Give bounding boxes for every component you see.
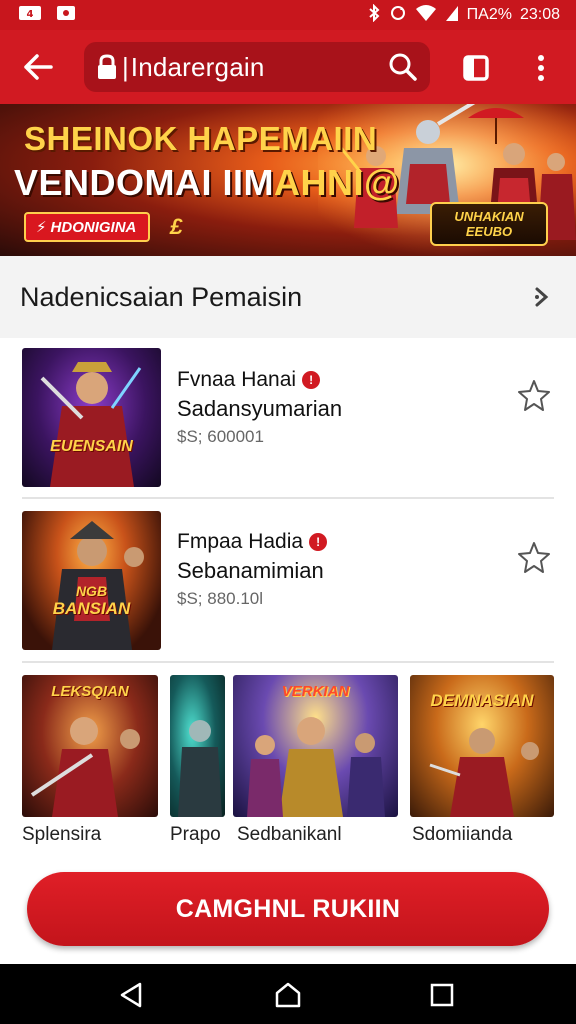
banner-title-line2-b: AHNI@	[274, 162, 400, 203]
status-left-icons: 4	[18, 5, 76, 25]
thumbnail-logo: BANSIAN	[52, 599, 131, 618]
game-grid-card[interactable]	[170, 675, 225, 817]
notification-icon: 4	[18, 5, 42, 25]
list-divider	[22, 497, 554, 499]
promo-banner[interactable]: SHEINOK HAPEMAIIN VENDOMAI IIMAHNI@ ⚡ HD…	[0, 104, 576, 256]
nav-back-icon	[120, 982, 142, 1008]
grid-card-logo: DEMNASIAN	[430, 691, 534, 710]
url-text: Indarergain	[130, 51, 265, 82]
back-arrow-icon	[24, 54, 53, 80]
item-subtitle: Sebanamimian	[177, 558, 324, 583]
tabs-button[interactable]	[458, 50, 494, 86]
banner-game-logo: UNHAKIAN EEUBO	[430, 202, 548, 246]
item-title-row: Fvnaa Hanai !	[177, 368, 321, 392]
banner-logo-line1: UNHAKIAN	[454, 209, 524, 224]
thumbnail-hero-art	[40, 362, 142, 487]
battery-text: ΠΑ2%	[466, 6, 512, 23]
banner-tag-label: HDONIGINA	[50, 218, 137, 236]
tag-bolt-icon: ⚡	[36, 219, 47, 236]
signal-icon	[445, 4, 459, 27]
grid-card-art	[178, 720, 222, 817]
grid-card-label: Sedbanikanl	[237, 824, 342, 845]
item-title-row: Fmpaa Hadia !	[177, 530, 328, 554]
sync-icon	[389, 4, 407, 27]
banner-tag-extra: £	[170, 214, 183, 239]
banner-title-line1: SHEINOK HAPEMAIIN	[24, 120, 378, 157]
game-list-item[interactable]: EUENSAIN Fvnaa Hanai ! Sadansyumarian $S…	[0, 338, 576, 488]
banner-logo-line2: EEUBO	[465, 224, 513, 239]
game-list-item[interactable]: NGB BANSIAN Fmpaa Hadia ! Sebanamimian $…	[0, 500, 576, 650]
url-bar[interactable]: | Indarergain	[84, 42, 430, 92]
item-price: $S; 880.10l	[177, 589, 264, 608]
section-title: Nadenicsaian Pemaisin	[20, 281, 303, 312]
nav-home-button[interactable]	[271, 978, 305, 1012]
nav-recents-button[interactable]	[425, 978, 459, 1012]
status-right-icons: ΠΑ2% 23:08	[367, 3, 560, 27]
game-thumbnail[interactable]: EUENSAIN	[22, 348, 161, 487]
thumbnail-hero-art	[52, 521, 144, 650]
alert-badge: !	[309, 533, 328, 551]
chevron-right-icon[interactable]	[534, 286, 550, 308]
nav-home-icon	[275, 982, 301, 1008]
grid-card-label: Splensira	[22, 824, 102, 845]
cursor-mark: |	[122, 51, 129, 82]
nav-recents-icon	[430, 983, 454, 1007]
tabs-icon	[463, 55, 489, 81]
banner-tag[interactable]: ⚡ HDONIGINA	[24, 212, 151, 242]
item-price: $S; 600001	[177, 427, 264, 446]
item-title: Fmpaa Hadia	[177, 530, 304, 553]
cta-button[interactable]: CAMGHNL RUKIIN	[27, 872, 549, 946]
svg-text:4: 4	[27, 9, 34, 20]
grid-card-logo: LEKSQIAN	[51, 683, 129, 700]
banner-title-line2-a: VENDOMAI IIM	[14, 162, 275, 203]
item-title: Fvnaa Hanai	[177, 368, 297, 391]
alert-badge: !	[302, 371, 321, 389]
favorite-star-icon[interactable]	[516, 378, 552, 414]
app-notification-icon	[56, 5, 76, 25]
thumbnail-logo: EUENSAIN	[50, 438, 133, 455]
section-header[interactable]: Nadenicsaian Pemaisin	[0, 256, 576, 338]
game-grid-card[interactable]: VERKIAN	[233, 675, 398, 817]
game-grid-card[interactable]: LEKSQIAN	[22, 675, 158, 817]
wifi-icon	[415, 4, 437, 27]
search-button[interactable]	[388, 52, 418, 87]
grid-card-logo: VERKIAN	[281, 683, 350, 700]
system-nav-bar	[0, 964, 576, 1024]
status-time: 23:08	[519, 6, 560, 23]
back-button[interactable]	[8, 37, 68, 97]
grid-card-label: Sdomiianda	[412, 824, 513, 845]
lock-icon	[98, 54, 116, 79]
grid-card-label: Prapo	[170, 824, 221, 845]
list-divider	[22, 661, 554, 663]
browser-toolbar: | Indarergain	[0, 30, 576, 104]
status-bar: 4 ΠΑ2% 23:08	[0, 0, 576, 30]
item-subtitle: Sadansyumarian	[177, 396, 343, 421]
nav-back-button[interactable]	[114, 978, 148, 1012]
favorite-star-icon[interactable]	[516, 540, 552, 576]
game-grid-card[interactable]: DEMNASIAN	[410, 675, 554, 817]
game-thumbnail[interactable]: NGB BANSIAN	[22, 511, 161, 650]
more-menu-button[interactable]	[524, 48, 558, 88]
thumbnail-logo-top: NGB	[75, 583, 108, 599]
more-vert-icon	[538, 55, 544, 81]
bluetooth-icon	[367, 3, 381, 27]
search-icon	[389, 53, 417, 81]
banner-title-line2: VENDOMAI IIMAHNI@	[14, 162, 400, 204]
